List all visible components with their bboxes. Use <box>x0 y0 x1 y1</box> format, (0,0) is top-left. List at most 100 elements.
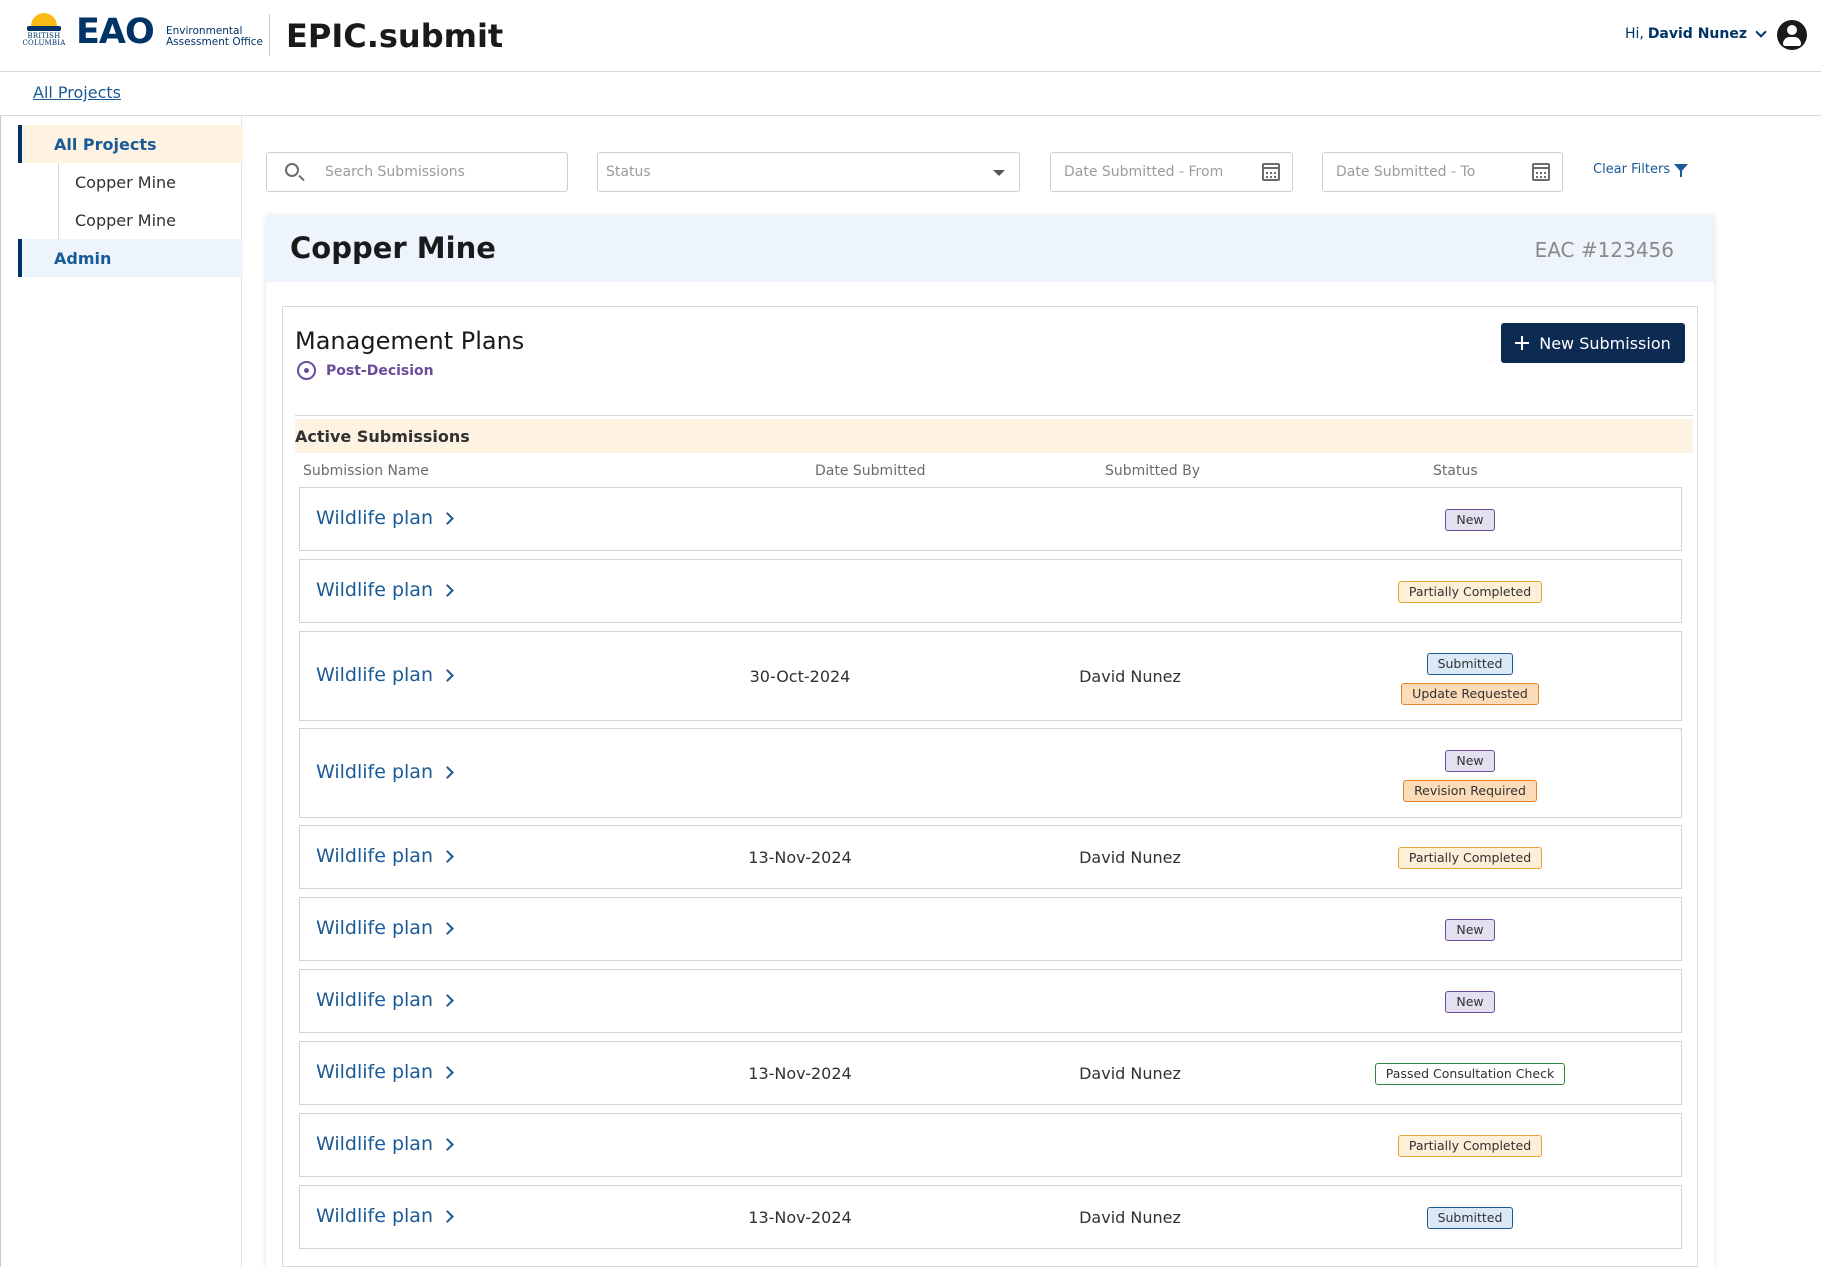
filter-off-icon <box>1674 163 1689 177</box>
status-select[interactable]: Status <box>597 152 1020 192</box>
clear-filters-button[interactable]: Clear Filters <box>1593 162 1689 177</box>
table-row[interactable]: Wildlife plan New Revision Required <box>299 728 1682 818</box>
table-row[interactable]: Wildlife plan Partially Completed <box>299 1113 1682 1177</box>
app-header: BRITISH COLUMBIA EAO Environmental Asses… <box>0 0 1821 72</box>
chevron-right-icon <box>441 511 454 525</box>
status-badge: Partially Completed <box>1397 1135 1543 1157</box>
status-badges: New <box>1360 509 1580 531</box>
table-row[interactable]: Wildlife plan New <box>299 487 1682 551</box>
project-header: Copper Mine EAC #123456 <box>266 216 1714 282</box>
submission-name-link[interactable]: Wildlife plan <box>316 989 454 1011</box>
status-badges: Partially Completed <box>1360 581 1580 603</box>
new-submission-button[interactable]: New Submission <box>1501 323 1685 363</box>
column-header-by: Submitted By <box>1105 463 1200 479</box>
column-header-status: Status <box>1433 463 1478 479</box>
table-row[interactable]: Wildlife plan Partially Completed <box>299 559 1682 623</box>
sun-icon <box>31 13 57 26</box>
submission-name: Wildlife plan <box>316 989 433 1011</box>
status-badges: Partially Completed <box>1360 847 1580 869</box>
submission-name: Wildlife plan <box>316 845 433 867</box>
section-title: Management Plans <box>295 327 525 355</box>
sidebar-item-admin[interactable]: Admin <box>18 239 243 277</box>
submission-name: Wildlife plan <box>316 579 433 601</box>
table-row[interactable]: Wildlife plan 13-Nov-2024 David Nunez Submi… <box>299 1185 1682 1249</box>
radio-target-icon <box>297 361 316 380</box>
table-row[interactable]: Wildlife plan New <box>299 969 1682 1033</box>
date-from-field[interactable]: Date Submitted - From <box>1050 152 1293 192</box>
submission-name-link[interactable]: Wildlife plan <box>316 579 454 601</box>
chevron-right-icon <box>441 765 454 779</box>
date-from-placeholder: Date Submitted - From <box>1064 164 1224 180</box>
table-row[interactable]: Wildlife plan 13-Nov-2024 David Nunez Passe… <box>299 1041 1682 1105</box>
chevron-down-icon[interactable] <box>1755 26 1767 38</box>
submission-name-link[interactable]: Wildlife plan <box>316 1205 454 1227</box>
submission-name-link[interactable]: Wildlife plan <box>316 761 454 783</box>
plus-icon <box>1515 336 1530 350</box>
date-to-placeholder: Date Submitted - To <box>1336 164 1476 180</box>
status-badges: Submitted Update Requested <box>1360 653 1580 705</box>
table-row[interactable]: Wildlife plan 30-Oct-2024 David Nunez Submi… <box>299 631 1682 721</box>
submission-name: Wildlife plan <box>316 507 433 529</box>
chevron-right-icon <box>441 1137 454 1151</box>
calendar-icon[interactable] <box>1532 163 1550 181</box>
submission-name-link[interactable]: Wildlife plan <box>316 917 454 939</box>
active-submissions-header: Active Submissions <box>295 419 1693 453</box>
user-name: David Nunez <box>1647 26 1747 42</box>
chevron-right-icon <box>441 849 454 863</box>
phase-label: Post-Decision <box>326 362 434 379</box>
sidebar-item-copper-mine[interactable]: Copper Mine <box>58 201 243 239</box>
status-badge: Submitted <box>1426 653 1514 675</box>
status-badge: Update Requested <box>1401 683 1539 705</box>
bc-logo-text: BRITISH COLUMBIA <box>22 32 66 47</box>
submission-name-link[interactable]: Wildlife plan <box>316 1061 454 1083</box>
status-badges: Partially Completed <box>1360 1135 1580 1157</box>
search-icon <box>285 163 299 177</box>
breadcrumb-all-projects[interactable]: All Projects <box>33 83 121 102</box>
submitted-by: David Nunez <box>1079 667 1181 686</box>
management-plans-section: Management Plans Post-Decision New Submi… <box>282 306 1698 1267</box>
submission-name-link[interactable]: Wildlife plan <box>316 845 454 867</box>
date-submitted: 13-Nov-2024 <box>748 848 852 867</box>
status-badge: Passed Consultation Check <box>1374 1063 1566 1085</box>
project-card: Copper Mine EAC #123456 Management Plans… <box>266 216 1714 1267</box>
submitted-by: David Nunez <box>1079 1208 1181 1227</box>
caret-down-icon <box>993 170 1005 176</box>
submission-name-link[interactable]: Wildlife plan <box>316 1133 454 1155</box>
submission-name-link[interactable]: Wildlife plan <box>316 664 454 686</box>
search-input[interactable]: Search Submissions <box>266 152 568 192</box>
status-placeholder: Status <box>606 164 651 180</box>
project-title: Copper Mine <box>290 231 496 265</box>
status-badges: New <box>1360 991 1580 1013</box>
column-header-name: Submission Name <box>303 463 429 479</box>
app-title[interactable]: EPIC.submit <box>286 16 503 56</box>
status-badges: New Revision Required <box>1360 750 1580 802</box>
greeting: Hi, <box>1624 26 1644 42</box>
eao-logo[interactable]: EAO <box>76 12 155 52</box>
chevron-right-icon <box>441 1065 454 1079</box>
chevron-right-icon <box>441 921 454 935</box>
chevron-right-icon <box>441 1209 454 1223</box>
chevron-right-icon <box>441 583 454 597</box>
status-badges: Submitted <box>1360 1207 1580 1229</box>
status-badge: Submitted <box>1426 1207 1514 1229</box>
date-to-field[interactable]: Date Submitted - To <box>1322 152 1563 192</box>
account-circle-icon[interactable] <box>1777 20 1807 50</box>
calendar-icon[interactable] <box>1262 163 1280 181</box>
submission-name: Wildlife plan <box>316 1133 433 1155</box>
status-badge: New <box>1445 919 1495 941</box>
table-row[interactable]: Wildlife plan 13-Nov-2024 David Nunez Parti… <box>299 825 1682 889</box>
divider <box>295 415 1693 416</box>
sidebar: All Projects Copper Mine Copper Mine Adm… <box>0 116 243 1267</box>
user-menu[interactable]: Hi, David Nunez <box>1624 26 1767 42</box>
status-badge: Partially Completed <box>1397 581 1543 603</box>
eao-full-name: Environmental Assessment Office <box>166 26 263 48</box>
clear-filters-label: Clear Filters <box>1593 162 1671 177</box>
submission-name: Wildlife plan <box>316 1205 433 1227</box>
sidebar-item-all-projects[interactable]: All Projects <box>18 125 243 163</box>
date-submitted: 13-Nov-2024 <box>748 1208 852 1227</box>
table-row[interactable]: Wildlife plan New <box>299 897 1682 961</box>
submission-name-link[interactable]: Wildlife plan <box>316 507 454 529</box>
bc-government-logo[interactable]: BRITISH COLUMBIA <box>22 13 66 51</box>
sidebar-item-copper-mine[interactable]: Copper Mine <box>58 163 243 201</box>
column-header-date: Date Submitted <box>815 463 926 479</box>
